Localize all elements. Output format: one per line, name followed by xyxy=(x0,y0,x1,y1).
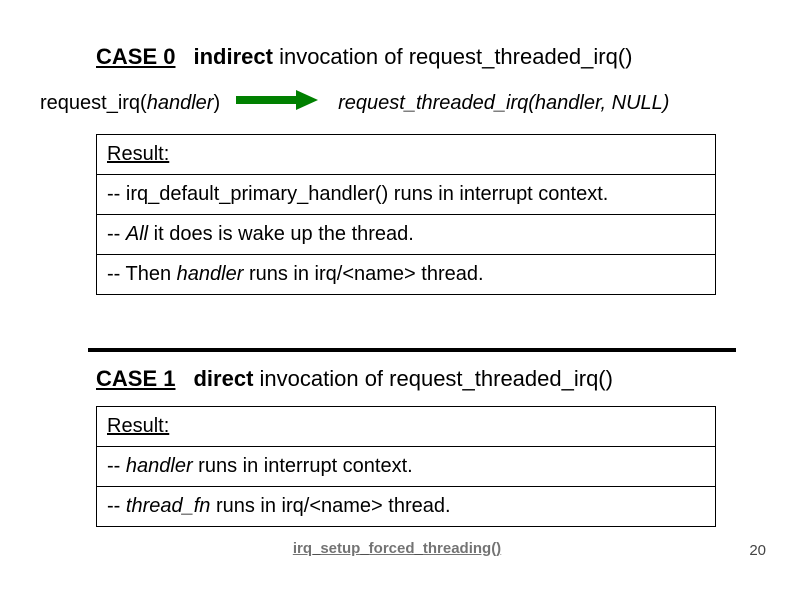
case-0-result-line-3: -- Then handler runs in irq/<name> threa… xyxy=(97,255,715,294)
result-title-cell: Result: xyxy=(97,407,715,447)
call-transform-row: request_irq(handler) request_threaded_ir… xyxy=(40,90,736,116)
case-1-desc-bold: direct xyxy=(193,366,253,391)
call-right-pre: request_threaded_irq( xyxy=(338,92,535,114)
result-title-cell: Result: xyxy=(97,135,715,175)
line2-ital: thread_fn xyxy=(126,495,211,517)
result-title: Result: xyxy=(107,415,169,437)
case-1-result-box: Result: -- handler runs in interrupt con… xyxy=(96,406,716,527)
case-0-result-line-1: -- irq_default_primary_handler() runs in… xyxy=(97,175,715,215)
result-title: Result: xyxy=(107,143,169,165)
case-0-section: CASE 0 indirect invocation of request_th… xyxy=(96,44,736,295)
footer-function-link: irq_setup_forced_threading() xyxy=(0,540,794,557)
call-left-post: ) xyxy=(213,92,220,114)
case-0-result-box: Result: -- irq_default_primary_handler()… xyxy=(96,134,716,295)
page-number: 20 xyxy=(749,542,766,559)
case-0-desc-bold: indirect xyxy=(193,44,272,69)
case-0-desc-rest: invocation of request_threaded_irq() xyxy=(273,44,633,69)
section-divider xyxy=(88,348,736,352)
line2-ital: All xyxy=(126,223,148,245)
line3-post: runs in irq/<name> thread. xyxy=(243,263,483,285)
line2-pre: -- xyxy=(107,495,126,517)
case-0-header-row: CASE 0 indirect invocation of request_th… xyxy=(96,44,736,70)
case-1-label: CASE 1 xyxy=(96,366,175,392)
line1-ital: handler xyxy=(126,455,193,477)
case-1-result-line-2: -- thread_fn runs in irq/<name> thread. xyxy=(97,487,715,526)
case-1-section: CASE 1 direct invocation of request_thre… xyxy=(96,336,736,527)
call-left-pre: request_irq( xyxy=(40,92,147,114)
line3-pre: -- Then xyxy=(107,263,177,285)
line2-post: it does is wake up the thread. xyxy=(148,223,414,245)
call-right-post: , NULL) xyxy=(601,92,670,114)
case-1-description: direct invocation of request_threaded_ir… xyxy=(193,366,612,392)
line3-ital: handler xyxy=(177,263,244,285)
case-0-label: CASE 0 xyxy=(96,44,175,70)
case-0-description: indirect invocation of request_threaded_… xyxy=(193,44,632,70)
case-1-header-row: CASE 1 direct invocation of request_thre… xyxy=(96,366,736,392)
call-right: request_threaded_irq(handler, NULL) xyxy=(338,92,669,115)
call-left-ital: handler xyxy=(147,92,214,114)
line1-post: runs in interrupt context. xyxy=(193,455,413,477)
line2-post: runs in irq/<name> thread. xyxy=(210,495,450,517)
case-1-desc-rest: invocation of request_threaded_irq() xyxy=(253,366,613,391)
case-1-result-line-1: -- handler runs in interrupt context. xyxy=(97,447,715,487)
call-right-ital: handler xyxy=(535,92,601,114)
arrow-icon xyxy=(236,90,318,116)
case-0-result-line-2: -- All it does is wake up the thread. xyxy=(97,215,715,255)
call-left: request_irq(handler) xyxy=(40,92,220,115)
line1-pre: -- xyxy=(107,455,126,477)
line2-pre: -- xyxy=(107,223,126,245)
